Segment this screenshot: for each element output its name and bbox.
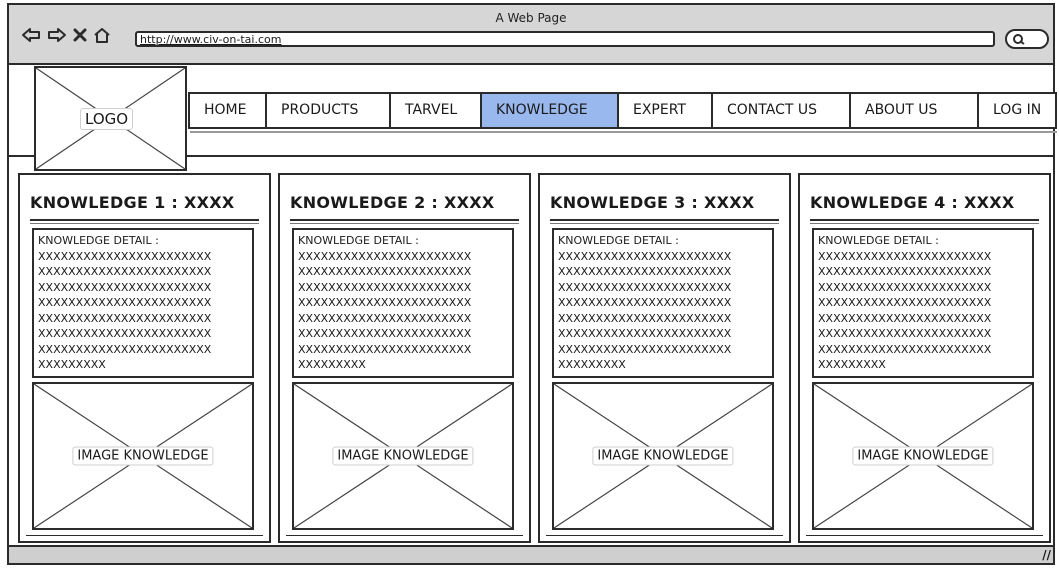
detail-label: KNOWLEDGE DETAIL :: [298, 234, 419, 247]
menu-item-log-in[interactable]: LOG IN: [979, 94, 1057, 127]
card-bottom-rule: [806, 535, 1043, 536]
card-title[interactable]: KNOWLEDGE 4 : XXXX: [810, 193, 1015, 212]
knowledge-card: KNOWLEDGE 3 : XXXX KNOWLEDGE DETAIL : XX…: [538, 173, 791, 543]
menu-item-products[interactable]: PRODUCTS: [267, 94, 391, 127]
detail-text: XXXXXXXXXXXXXXXXXXXXXXX XXXXXXXXXXXXXXXX…: [38, 249, 212, 372]
menu-item-knowledge[interactable]: KNOWLEDGE: [482, 94, 619, 127]
search-icon: [1013, 34, 1025, 45]
menu-underline: [190, 131, 1057, 133]
detail-text: XXXXXXXXXXXXXXXXXXXXXXX XXXXXXXXXXXXXXXX…: [298, 249, 472, 372]
title-underline-secondary: [550, 223, 779, 224]
browser-window: A Web Page http://www.civ-on-tai.com LOG…: [7, 3, 1057, 565]
menu-item-about-us[interactable]: ABOUT US: [851, 94, 979, 127]
detail-text: XXXXXXXXXXXXXXXXXXXXXXX XXXXXXXXXXXXXXXX…: [558, 249, 732, 372]
card-bottom-rule: [546, 535, 783, 536]
detail-text: XXXXXXXXXXXXXXXXXXXXXXX XXXXXXXXXXXXXXXX…: [818, 249, 992, 372]
nav-icons: [21, 27, 111, 43]
knowledge-detail: KNOWLEDGE DETAIL : XXXXXXXXXXXXXXXXXXXXX…: [812, 228, 1034, 378]
image-label: IMAGE KNOWLEDGE: [592, 446, 734, 466]
detail-label: KNOWLEDGE DETAIL :: [558, 234, 679, 247]
knowledge-card: KNOWLEDGE 2 : XXXX KNOWLEDGE DETAIL : XX…: [278, 173, 531, 543]
image-placeholder[interactable]: IMAGE KNOWLEDGE: [32, 382, 254, 530]
title-underline: [290, 219, 519, 221]
menu-item-expert[interactable]: EXPERT: [619, 94, 713, 127]
main-menu: HOME PRODUCTS TARVEL KNOWLEDGE EXPERT CO…: [188, 92, 1057, 129]
url-input[interactable]: http://www.civ-on-tai.com: [135, 31, 995, 47]
logo-placeholder[interactable]: LOGO: [34, 66, 187, 171]
menu-item-tarvel[interactable]: TARVEL: [391, 94, 482, 127]
search-button[interactable]: [1005, 29, 1049, 49]
card-title[interactable]: KNOWLEDGE 1 : XXXX: [30, 193, 235, 212]
window-title: A Web Page: [495, 11, 567, 25]
title-underline: [550, 219, 779, 221]
logo-label: LOGO: [80, 108, 134, 130]
title-underline: [810, 219, 1039, 221]
image-label: IMAGE KNOWLEDGE: [852, 446, 994, 466]
menu-item-contact-us[interactable]: CONTACT US: [713, 94, 851, 127]
image-label: IMAGE KNOWLEDGE: [72, 446, 214, 466]
home-icon[interactable]: [93, 27, 111, 43]
title-underline-secondary: [30, 223, 259, 224]
back-arrow-icon[interactable]: [21, 27, 41, 43]
title-underline-secondary: [810, 223, 1039, 224]
detail-label: KNOWLEDGE DETAIL :: [818, 234, 939, 247]
status-bar: //: [9, 545, 1053, 563]
knowledge-detail: KNOWLEDGE DETAIL : XXXXXXXXXXXXXXXXXXXXX…: [552, 228, 774, 378]
title-underline-secondary: [290, 223, 519, 224]
detail-label: KNOWLEDGE DETAIL :: [38, 234, 159, 247]
card-title[interactable]: KNOWLEDGE 2 : XXXX: [290, 193, 495, 212]
image-placeholder[interactable]: IMAGE KNOWLEDGE: [292, 382, 514, 530]
knowledge-detail: KNOWLEDGE DETAIL : XXXXXXXXXXXXXXXXXXXXX…: [32, 228, 254, 378]
knowledge-detail: KNOWLEDGE DETAIL : XXXXXXXXXXXXXXXXXXXXX…: [292, 228, 514, 378]
close-icon[interactable]: [73, 28, 87, 42]
image-placeholder[interactable]: IMAGE KNOWLEDGE: [552, 382, 774, 530]
title-underline: [30, 219, 259, 221]
image-label: IMAGE KNOWLEDGE: [332, 446, 474, 466]
card-title[interactable]: KNOWLEDGE 3 : XXXX: [550, 193, 755, 212]
image-placeholder[interactable]: IMAGE KNOWLEDGE: [812, 382, 1034, 530]
card-bottom-rule: [26, 535, 263, 536]
browser-toolbar: A Web Page http://www.civ-on-tai.com: [9, 5, 1053, 65]
card-bottom-rule: [286, 535, 523, 536]
knowledge-card: KNOWLEDGE 1 : XXXX KNOWLEDGE DETAIL : XX…: [18, 173, 271, 543]
knowledge-card: KNOWLEDGE 4 : XXXX KNOWLEDGE DETAIL : XX…: [798, 173, 1051, 543]
menu-item-home[interactable]: HOME: [190, 94, 267, 127]
resize-grip-icon[interactable]: //: [1042, 548, 1051, 562]
forward-arrow-icon[interactable]: [47, 27, 67, 43]
